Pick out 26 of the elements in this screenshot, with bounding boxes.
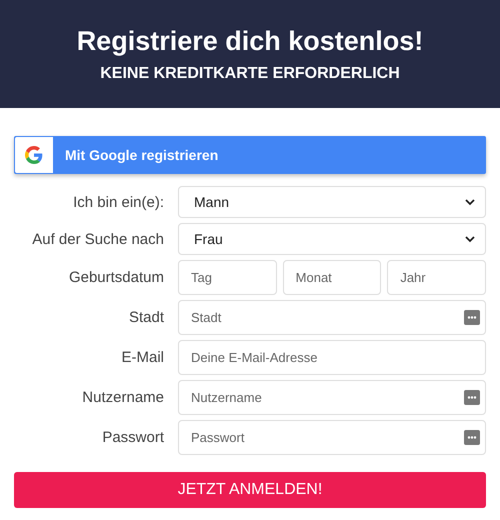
autofill-icon[interactable]: [464, 430, 480, 445]
input-field[interactable]: Deine E-Mail-Adresse: [178, 340, 486, 375]
chevron-down-icon: [465, 198, 475, 206]
input-field[interactable]: Passwort: [178, 420, 486, 455]
chevron-down-icon: [465, 236, 475, 242]
field-label: Geburtsdatum: [68, 269, 164, 286]
field-label: Passwort: [101, 429, 164, 446]
signup-button[interactable]: JETZT ANMELDEN!: [14, 472, 486, 508]
field-label: E-Mail: [120, 349, 164, 366]
field-label: Auf der Suche nach: [31, 230, 164, 248]
input-field[interactable]: Tag: [178, 260, 277, 295]
dropdown[interactable]: Frau: [178, 223, 486, 255]
input-field[interactable]: Nutzername: [178, 380, 486, 415]
page-title: Registriere dich kostenlos!: [76, 26, 424, 56]
google-logo-icon: [25, 146, 43, 164]
input-field[interactable]: Monat: [282, 260, 382, 295]
autofill-icon[interactable]: [464, 310, 480, 325]
autofill-icon[interactable]: [464, 390, 480, 405]
field-label: Stadt: [128, 309, 164, 326]
field-label: Nutzername: [81, 389, 164, 406]
input-field[interactable]: Stadt: [178, 300, 486, 335]
input-field[interactable]: Jahr: [387, 260, 486, 295]
page-subtitle: KEINE KREDITKARTE ERFORDERLICH: [100, 64, 400, 82]
dropdown[interactable]: Mann: [178, 186, 486, 218]
field-label: Ich bin ein(e):: [72, 194, 164, 210]
google-signup-button[interactable]: Mit Google registrieren: [14, 136, 486, 174]
